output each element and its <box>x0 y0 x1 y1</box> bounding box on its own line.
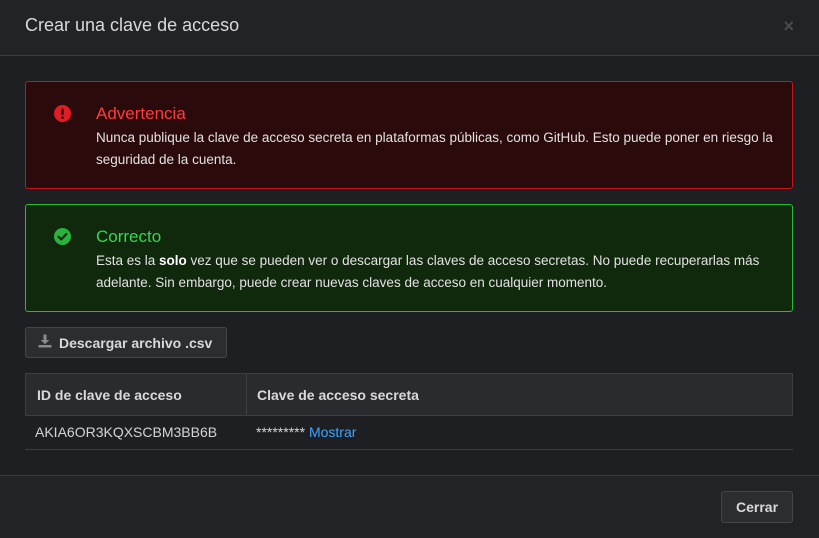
success-message: Esta es la solo vez que se pueden ver o … <box>96 250 776 294</box>
close-icon[interactable]: × <box>783 17 794 35</box>
success-alert: Correcto Esta es la solo vez que se pued… <box>25 204 793 312</box>
dialog-title: Crear una clave de acceso <box>25 15 240 35</box>
show-secret-link[interactable]: Mostrar <box>309 424 356 440</box>
column-divider <box>246 374 247 415</box>
success-message-emphasis: solo <box>159 253 187 268</box>
table-header: ID de clave de acceso Clave de acceso se… <box>25 373 793 416</box>
create-access-key-dialog: Crear una clave de acceso × Advertencia … <box>0 0 819 538</box>
dialog-footer: Cerrar <box>0 475 819 538</box>
secret-key-cell: ********* Mostrar <box>256 424 356 440</box>
access-key-table: ID de clave de acceso Clave de acceso se… <box>25 373 793 450</box>
check-circle-icon <box>54 228 71 245</box>
warning-message: Nunca publique la clave de acceso secret… <box>96 130 773 167</box>
success-title: Correcto <box>96 227 162 246</box>
download-csv-button[interactable]: Descargar archivo .csv <box>25 327 227 358</box>
access-key-id-value: AKIA6OR3KQXSCBM3BB6B <box>35 424 218 440</box>
column-header-secret-key: Clave de acceso secreta <box>257 387 419 403</box>
download-icon <box>38 334 52 348</box>
warning-alert: Advertencia Nunca publique la clave de a… <box>25 81 793 189</box>
table-row: AKIA6OR3KQXSCBM3BB6B ********* Mostrar <box>25 416 793 450</box>
secret-key-masked: ********* <box>256 424 306 440</box>
column-header-access-key-id: ID de clave de acceso <box>37 387 182 403</box>
success-message-end: vez que se pueden ver o descargar las cl… <box>96 253 760 290</box>
success-message-start: Esta es la <box>96 253 160 268</box>
download-csv-label: Descargar archivo .csv <box>59 335 213 351</box>
close-button[interactable]: Cerrar <box>721 491 793 523</box>
warning-title: Advertencia <box>96 104 186 123</box>
exclamation-circle-icon <box>54 105 71 122</box>
dialog-header: Crear una clave de acceso × <box>0 0 819 56</box>
